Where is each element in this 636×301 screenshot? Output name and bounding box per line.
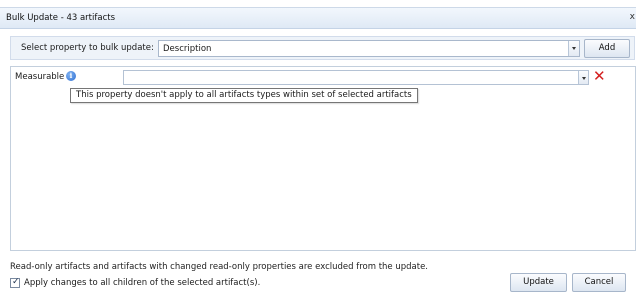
title-bar: Bulk Update - 43 artifacts x	[0, 7, 636, 29]
close-icon[interactable]: x	[630, 12, 635, 22]
info-icon[interactable]: i	[66, 71, 76, 81]
apply-children-label[interactable]: Apply changes to all children of the sel…	[24, 278, 260, 288]
chevron-down-icon[interactable]	[578, 71, 588, 84]
property-select-value: Description	[163, 44, 212, 54]
property-select[interactable]: Description	[158, 40, 580, 57]
dialog-title: Bulk Update - 43 artifacts	[6, 13, 116, 23]
property-selector-label: Select property to bulk update:	[21, 43, 154, 53]
apply-children-checkbox[interactable]	[10, 277, 20, 288]
bulk-update-dialog: Bulk Update - 43 artifacts x Select prop…	[0, 0, 636, 301]
read-only-note: Read-only artifacts and artifacts with c…	[10, 262, 429, 272]
info-tooltip: This property doesn't apply to all artif…	[70, 88, 418, 103]
property-row-label: Measurable	[15, 72, 65, 82]
property-list-panel: Measurable i ✕ This property doesn't app…	[10, 66, 636, 251]
cancel-button[interactable]: Cancel	[572, 273, 626, 292]
chevron-down-icon[interactable]	[568, 41, 579, 56]
remove-property-icon[interactable]: ✕	[593, 68, 606, 84]
property-selector-bar: Select property to bulk update: Descript…	[10, 36, 635, 60]
update-button[interactable]: Update	[510, 273, 567, 292]
measurable-value-select[interactable]	[123, 70, 589, 85]
add-button[interactable]: Add	[584, 39, 630, 58]
